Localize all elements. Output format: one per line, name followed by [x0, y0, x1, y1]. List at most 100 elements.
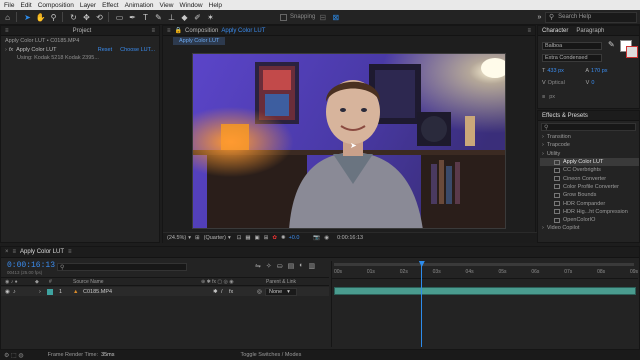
toggle-switches-modes[interactable]: Toggle Switches / Modes	[241, 352, 302, 358]
visibility-eye-icon[interactable]: ◉	[5, 289, 13, 295]
shy-icon[interactable]: ⛀	[277, 262, 283, 270]
effects-folder[interactable]: › Video Copilot	[540, 224, 639, 232]
exposure-value[interactable]: +0.0	[289, 235, 300, 241]
effects-item[interactable]: OpenColorIO	[540, 216, 639, 224]
graph-editor-icon[interactable]: ▥	[308, 262, 315, 270]
fx-badge[interactable]: fx	[9, 47, 13, 53]
resolution-dropdown[interactable]: (Quarter)	[204, 235, 226, 241]
menu-layer[interactable]: Layer	[80, 2, 96, 9]
workspace-menu-icon[interactable]: »	[534, 12, 545, 23]
time-ruler[interactable]: 00s 01s 02s 03s 04s 05s 06s 07s 08s 09s	[332, 267, 638, 279]
menu-composition[interactable]: Composition	[38, 2, 74, 9]
menu-effect[interactable]: Effect	[102, 2, 119, 9]
parent-link-header[interactable]: Parent & Link	[266, 279, 296, 285]
pen-icon[interactable]: ✒	[127, 12, 138, 23]
audio-icon[interactable]: ♪	[13, 289, 21, 295]
magnification-dropdown[interactable]: (24.5%)	[167, 235, 186, 241]
source-name-header[interactable]: Source Name	[73, 279, 201, 285]
rotate-icon[interactable]: ⟲	[94, 12, 105, 23]
transparency-icon[interactable]: ▦	[245, 235, 250, 241]
kerning-value[interactable]: Optical	[548, 80, 586, 86]
tracking-value[interactable]: 0	[591, 80, 594, 86]
eraser-icon[interactable]: ◆	[179, 12, 190, 23]
tab-paragraph[interactable]: Paragraph	[576, 28, 604, 34]
effects-folder[interactable]: › Trapcode	[540, 141, 639, 149]
project-tab[interactable]: Project	[13, 28, 152, 34]
selection-icon[interactable]: ➤	[22, 12, 33, 23]
layer-duration-bar[interactable]	[334, 287, 636, 295]
font-family-field[interactable]: Balboa	[542, 42, 602, 50]
comp-tab-apply-color-lut[interactable]: Apply Color LUT	[173, 37, 226, 45]
mask-icon[interactable]: ▣	[255, 235, 260, 241]
help-search[interactable]: ⚲ Search Help	[545, 11, 637, 23]
grid-icon[interactable]: ⊞	[264, 235, 269, 241]
eyedropper-icon[interactable]: ✎	[608, 40, 615, 49]
snap-features-icon[interactable]: ⊠	[330, 12, 341, 23]
panel-options-icon[interactable]: ≡	[151, 28, 155, 34]
clone-icon[interactable]: ⊥	[166, 12, 177, 23]
text-icon[interactable]: T	[140, 12, 151, 23]
effect-chevron-icon[interactable]: ›	[5, 47, 7, 53]
layer-switch-collapse-icon[interactable]: ✱	[213, 289, 221, 295]
viewer-timecode[interactable]: 0:00:16:13	[337, 235, 363, 241]
orbit-icon[interactable]: ↻	[68, 12, 79, 23]
snap-edges-icon[interactable]: ⊟	[317, 12, 328, 23]
layer-name[interactable]: C0185.MP4	[83, 289, 213, 295]
effects-folder[interactable]: › Utility	[540, 150, 639, 158]
layer-switch-quality-icon[interactable]: /	[221, 289, 229, 295]
snapshot-icon[interactable]: 📷	[313, 235, 320, 241]
font-size-value[interactable]: 433 px	[547, 68, 585, 74]
menu-window[interactable]: Window	[180, 2, 203, 9]
effects-folder[interactable]: › Transition	[540, 133, 639, 141]
effects-item[interactable]: CC Overbrights	[540, 166, 639, 174]
show-snapshot-icon[interactable]: ◉	[324, 235, 329, 241]
zoom-icon[interactable]: ⚲	[48, 12, 59, 23]
menu-edit[interactable]: Edit	[20, 2, 31, 9]
timeline-menu-icon[interactable]: ≡	[13, 249, 17, 255]
viewer-frame[interactable]: ➤	[192, 53, 506, 229]
safe-zones-icon[interactable]: ⊞	[195, 235, 200, 241]
reset-exposure-icon[interactable]: ✺	[281, 235, 286, 241]
layer-label-swatch[interactable]	[47, 288, 53, 295]
draft-3d-icon[interactable]: ✧	[266, 262, 272, 270]
frame-blend-icon[interactable]: ▤	[288, 262, 295, 270]
tab-character[interactable]: Character	[542, 28, 568, 34]
region-icon[interactable]: ⊡	[237, 235, 242, 241]
lock-icon[interactable]: 🔒	[175, 27, 182, 34]
menu-animation[interactable]: Animation	[125, 2, 154, 9]
menu-view[interactable]: View	[160, 2, 174, 9]
menu-file[interactable]: File	[4, 2, 14, 9]
expand-layer-icon[interactable]: ›	[39, 289, 47, 295]
choose-lut-link[interactable]: Choose LUT...	[120, 47, 155, 53]
pin-icon[interactable]: ✶	[205, 12, 216, 23]
composition-title-name[interactable]: Apply Color LUT	[221, 28, 265, 34]
panel-menu-icon[interactable]: ≡	[5, 28, 9, 34]
layer-switch-fx-icon[interactable]: fx	[229, 289, 247, 295]
brush-icon[interactable]: ✎	[153, 12, 164, 23]
menu-help[interactable]: Help	[209, 2, 222, 9]
rect-icon[interactable]: ▭	[114, 12, 125, 23]
motion-blur-icon[interactable]: ◐	[299, 262, 303, 270]
hand-icon[interactable]: ✋	[35, 12, 46, 23]
timeline-search[interactable]: ⚲	[57, 263, 187, 271]
panel-options-icon[interactable]: ≡	[527, 28, 531, 34]
move-icon[interactable]: ✥	[81, 12, 92, 23]
effects-search[interactable]: ⚲	[541, 123, 636, 131]
effects-item[interactable]: Grow Bounds	[540, 191, 639, 199]
leading-value[interactable]: 170 px	[591, 68, 608, 74]
parent-dropdown[interactable]: None	[265, 287, 298, 296]
tab-options-icon[interactable]: ≡	[68, 249, 72, 255]
channel-icon[interactable]: ✿	[272, 235, 277, 241]
effects-item[interactable]: HDR Compander	[540, 199, 639, 207]
effects-item[interactable]: Apply Color LUT	[540, 157, 639, 167]
effect-row[interactable]: › fx Apply Color LUT Reset Choose LUT...	[1, 46, 159, 54]
parent-pickwhip-icon[interactable]: ◎	[257, 289, 265, 295]
home-icon[interactable]: ⌂	[2, 12, 13, 23]
stroke-swatch[interactable]	[626, 46, 638, 58]
work-area-bar[interactable]	[334, 263, 634, 266]
layer-row[interactable]: ◉ ♪ › 1 ▲ C0185.MP4 ✱ / fx ◎ None ▾	[1, 287, 329, 296]
composition-flowchart-icon[interactable]: ⇋	[255, 262, 261, 270]
effects-item[interactable]: Cineon Converter	[540, 174, 639, 182]
timeline-tab-label[interactable]: Apply Color LUT	[20, 249, 64, 255]
font-style-field[interactable]: Extra Condensed	[542, 54, 602, 62]
